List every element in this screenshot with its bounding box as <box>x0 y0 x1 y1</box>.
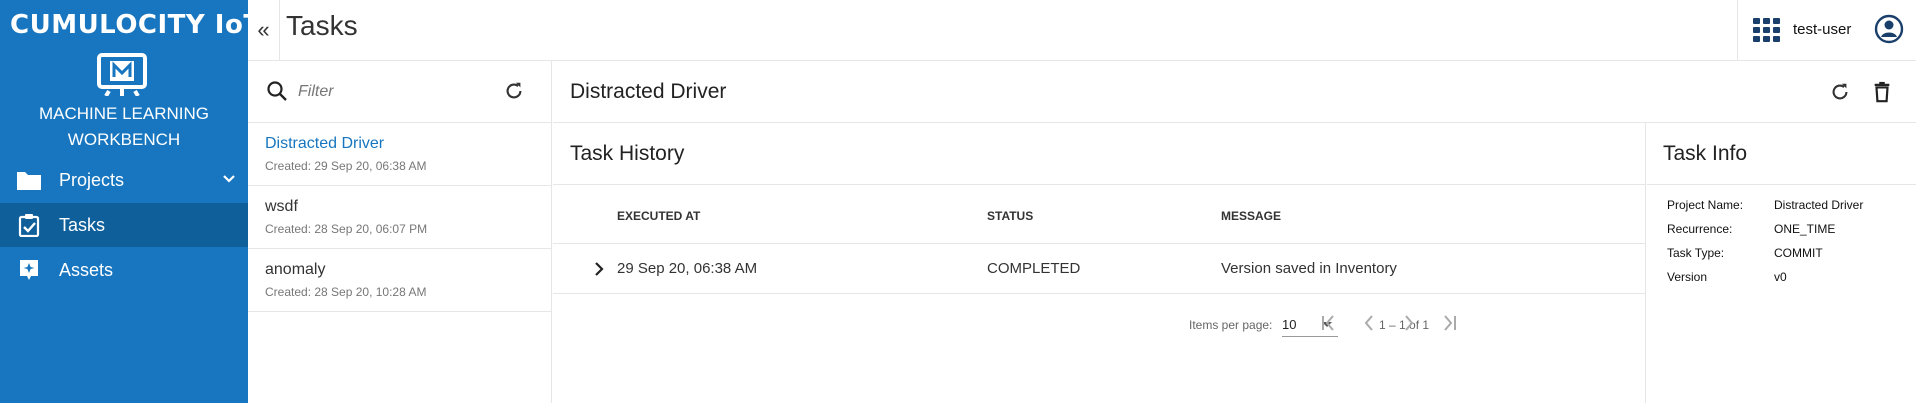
refresh-list-icon[interactable] <box>503 80 525 102</box>
column-header-executed-at[interactable]: EXECUTED AT <box>617 209 700 223</box>
info-row-task-type: Task Type: COMMIT <box>1647 241 1916 265</box>
sidebar-item-label: Assets <box>59 259 114 280</box>
cell-executed-at: 29 Sep 20, 06:38 AM <box>617 260 758 277</box>
paginator: Items per page: 10 1 – 1 of 1 <box>553 294 1645 354</box>
chevron-right-icon[interactable] <box>592 261 606 277</box>
sidebar-item-tasks[interactable]: Tasks <box>0 203 248 247</box>
assets-icon <box>16 257 42 283</box>
app-switcher-button[interactable] <box>1737 0 1795 60</box>
refresh-icon[interactable] <box>1829 81 1851 103</box>
username[interactable]: test-user <box>1793 21 1851 38</box>
sidebar-item-assets[interactable]: Assets <box>0 248 248 292</box>
first-page-icon[interactable] <box>1319 313 1339 333</box>
brand-name: CUMULOCITY IoT <box>10 10 262 40</box>
task-name: anomaly <box>265 261 326 278</box>
task-name: wsdf <box>265 198 298 215</box>
folder-icon <box>16 167 42 193</box>
next-page-icon[interactable] <box>1399 313 1419 333</box>
items-per-page-value: 10 <box>1282 317 1297 332</box>
info-key: Task Type: <box>1667 246 1725 260</box>
last-page-icon[interactable] <box>1439 313 1459 333</box>
delete-icon[interactable] <box>1871 81 1893 103</box>
sidebar: CUMULOCITY IoT MACHINE LEARNING WORKBENC… <box>0 0 261 403</box>
cell-message: Version saved in Inventory <box>1221 260 1397 277</box>
column-header-message[interactable]: MESSAGE <box>1221 209 1281 223</box>
detail-title: Distracted Driver <box>570 80 727 103</box>
info-row-version: Version v0 <box>1647 265 1916 289</box>
collapse-sidebar-button[interactable]: « <box>248 0 280 60</box>
ml-workbench-logo-icon <box>97 53 147 96</box>
sidebar-item-label: Tasks <box>59 214 106 235</box>
app-name-line1: MACHINE LEARNING <box>38 104 210 123</box>
items-per-page-label: Items per page: <box>1189 318 1273 332</box>
clipboard-check-icon <box>16 212 42 238</box>
info-value: ONE_TIME <box>1774 222 1836 236</box>
task-created: Created: 29 Sep 20, 06:38 AM <box>265 159 427 173</box>
task-list-item[interactable]: anomaly Created: 28 Sep 20, 10:28 AM <box>248 249 551 312</box>
table-header: EXECUTED AT STATUS MESSAGE <box>553 184 1645 244</box>
filter-row <box>248 61 551 123</box>
task-history-panel: Task History EXECUTED AT STATUS MESSAGE … <box>553 123 1646 403</box>
info-key: Project Name: <box>1667 198 1744 212</box>
table-row: 29 Sep 20, 06:38 AM COMPLETED Version sa… <box>553 244 1645 294</box>
task-list-panel: Distracted Driver Created: 29 Sep 20, 06… <box>248 61 552 403</box>
task-history-title: Task History <box>570 142 685 165</box>
chevron-down-icon <box>223 175 235 183</box>
task-list-item[interactable]: Distracted Driver Created: 29 Sep 20, 06… <box>248 123 551 186</box>
apps-grid-icon <box>1752 18 1780 42</box>
top-bar: « Tasks test-user <box>248 0 1916 61</box>
task-list-item[interactable]: wsdf Created: 28 Sep 20, 06:07 PM <box>248 186 551 249</box>
app-name-line2: WORKBENCH <box>67 130 181 149</box>
info-key: Version <box>1667 270 1708 284</box>
previous-page-icon[interactable] <box>1359 313 1379 333</box>
info-value: Distracted Driver <box>1774 198 1864 212</box>
app-name: MACHINE LEARNING WORKBENCH <box>0 101 248 153</box>
info-key: Recurrence: <box>1667 222 1733 236</box>
task-created: Created: 28 Sep 20, 10:28 AM <box>265 285 427 299</box>
task-created: Created: 28 Sep 20, 06:07 PM <box>265 222 428 236</box>
sidebar-item-label: Projects <box>59 169 125 190</box>
user-avatar-icon[interactable] <box>1874 14 1904 44</box>
info-value: v0 <box>1774 270 1787 284</box>
task-name: Distracted Driver <box>265 135 385 152</box>
filter-input[interactable] <box>298 79 488 105</box>
task-info-title: Task Info <box>1663 142 1748 165</box>
detail-header: Distracted Driver <box>553 61 1916 123</box>
search-icon <box>267 81 287 101</box>
info-value: COMMIT <box>1774 246 1823 260</box>
sidebar-item-projects[interactable]: Projects <box>0 158 248 202</box>
info-row-project-name: Project Name: Distracted Driver <box>1647 193 1916 217</box>
task-info-panel: Task Info Project Name: Distracted Drive… <box>1647 123 1916 403</box>
page-title: Tasks <box>286 10 358 41</box>
info-row-recurrence: Recurrence: ONE_TIME <box>1647 217 1916 241</box>
task-info-fields: Project Name: Distracted Driver Recurren… <box>1647 184 1916 289</box>
cell-status: COMPLETED <box>987 260 1081 277</box>
column-header-status[interactable]: STATUS <box>987 209 1033 223</box>
